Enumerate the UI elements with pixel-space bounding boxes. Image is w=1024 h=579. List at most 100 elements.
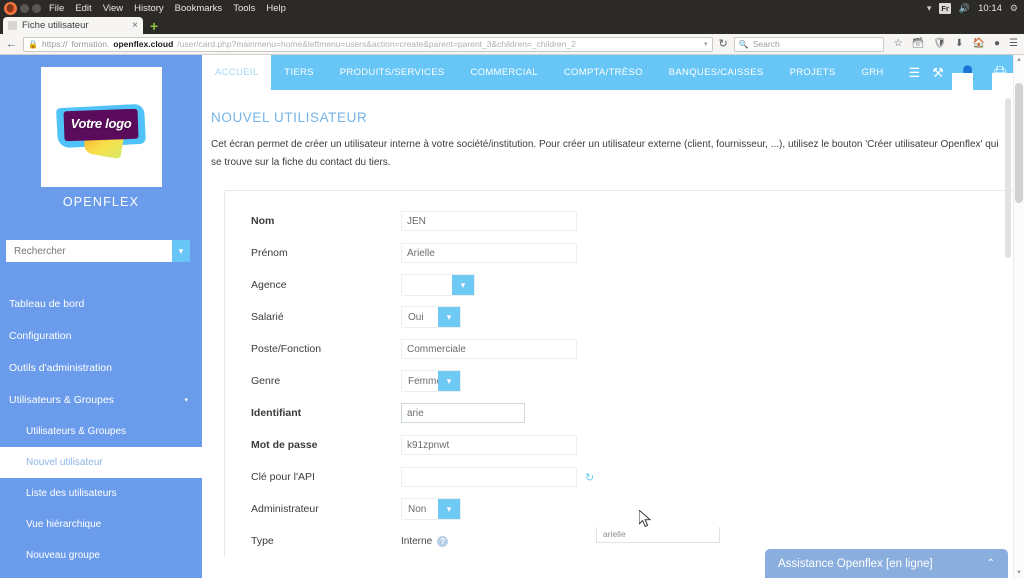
topnav-label: PRODUITS/SERVICES (339, 67, 445, 78)
window-minimize-button[interactable] (20, 3, 29, 13)
url-host: openflex.cloud (113, 39, 174, 49)
os-menu-history[interactable]: History (134, 3, 164, 14)
sidebar-subitem-label: Utilisateurs & Groupes (26, 426, 127, 437)
home-icon[interactable]: 🏠 (973, 39, 985, 49)
keyboard-layout-icon[interactable]: Fr (939, 2, 951, 14)
browser-search-input[interactable]: 🔍 Search (733, 36, 884, 52)
search-placeholder: Search (752, 39, 780, 49)
sidebar-subitem-nouvel-utilisateur[interactable]: Nouvel utilisateur (0, 447, 202, 478)
field-label-mot-de-passe: Mot de passe (251, 439, 318, 451)
help-icon[interactable]: ? (437, 535, 449, 547)
sidebar-subitem-label: Liste des utilisateurs (26, 488, 117, 499)
lock-icon: 🔒 (28, 39, 38, 49)
bookmark-star-icon[interactable]: ☆ (894, 39, 903, 49)
close-icon[interactable]: × (132, 20, 138, 31)
gear-icon[interactable]: ⚙ (1010, 3, 1018, 13)
identifiant-autocomplete-suggestion[interactable]: arielle (596, 527, 720, 543)
sidebar-search[interactable]: ▾ (6, 240, 190, 262)
administrateur-select[interactable]: Non ▾ (401, 498, 461, 520)
content-scrollbar-thumb[interactable] (1005, 98, 1011, 258)
download-icon[interactable]: ⬇ (955, 39, 963, 49)
sidebar-item-tableau-de-bord[interactable]: Tableau de bord (0, 288, 202, 320)
cle-api-input[interactable] (401, 467, 577, 487)
hamburger-menu-icon[interactable]: ☰ (1009, 39, 1018, 49)
back-arrow-icon[interactable]: ← (6, 38, 17, 50)
prenom-input[interactable] (401, 243, 577, 263)
poste-fonction-input[interactable] (401, 339, 577, 359)
chevron-down-icon[interactable]: ▾ (438, 371, 460, 391)
tab-compta-treso[interactable]: COMPTA/TRÉSO (551, 55, 656, 90)
page-scrollbar-thumb[interactable] (1015, 83, 1023, 203)
os-menu-edit[interactable]: Edit (75, 3, 91, 14)
sidebar-subitem-utilisateurs-groupes[interactable]: Utilisateurs & Groupes (0, 416, 202, 447)
os-menu-view[interactable]: View (103, 3, 123, 14)
nom-input[interactable] (401, 211, 577, 231)
reload-icon[interactable]: ↻ (719, 38, 728, 50)
scroll-up-arrow-icon[interactable]: ▲ (1016, 57, 1022, 63)
sidebar-subitem-label: Nouvel utilisateur (26, 457, 103, 468)
window-controls[interactable] (20, 3, 41, 13)
sidebar-item-outils-administration[interactable]: Outils d'administration (0, 352, 202, 384)
genre-select[interactable]: Femme ▾ (401, 370, 461, 392)
os-menu-file[interactable]: File (49, 3, 64, 14)
field-label-salarie: Salarié (251, 311, 284, 323)
library-icon[interactable]: 🗃 (912, 39, 925, 49)
wifi-icon[interactable]: ▾ (927, 3, 932, 13)
tab-tiers[interactable]: TIERS (271, 55, 326, 90)
tab-commercial[interactable]: COMMERCIAL (457, 55, 550, 90)
tab-projets[interactable]: PROJETS (777, 55, 849, 90)
type-value: Interne (401, 535, 433, 547)
tab-banques-caisses[interactable]: BANQUES/CAISSES (656, 55, 777, 90)
os-menu-help[interactable]: Help (266, 3, 286, 14)
mot-de-passe-input[interactable] (401, 435, 577, 455)
chevron-down-icon[interactable]: ▾ (438, 307, 460, 327)
os-menu-tools[interactable]: Tools (233, 3, 255, 14)
topnav-label: TIERS (284, 67, 314, 78)
url-bar[interactable]: 🔒 https:// formation. openflex.cloud /us… (23, 36, 713, 52)
sidebar-subitem-label: Vue hiérarchique (26, 519, 102, 530)
os-top-bar: File Edit View History Bookmarks Tools H… (0, 0, 1024, 16)
os-menu-bar[interactable]: File Edit View History Bookmarks Tools H… (49, 3, 286, 14)
window-maximize-button[interactable] (32, 3, 41, 13)
field-label-poste-fonction: Poste/Fonction (251, 343, 322, 355)
sidebar-subitem-vue-hierarchique[interactable]: Vue hiérarchique (0, 509, 202, 540)
sidebar-item-utilisateurs-groupes[interactable]: Utilisateurs & Groupes ▾ (0, 384, 202, 416)
hamburger-menu-icon[interactable]: ☰ (897, 55, 933, 90)
assistance-chat-bar[interactable]: Assistance Openflex [en ligne] ⌃ (765, 549, 1008, 578)
sidebar-item-configuration[interactable]: Configuration (0, 320, 202, 352)
tab-accueil[interactable]: ACCUEIL (202, 55, 272, 90)
tab-favicon-icon (8, 21, 17, 30)
browser-tab[interactable]: Fiche utilisateur × (3, 17, 143, 34)
agence-select-value (402, 275, 452, 295)
search-input[interactable] (6, 240, 172, 262)
chevron-up-icon[interactable]: ⌃ (987, 558, 995, 569)
page-scrollbar[interactable]: ▲ ▼ (1013, 55, 1024, 578)
account-icon[interactable]: ● (994, 39, 1000, 49)
identifiant-input[interactable] (401, 403, 525, 423)
agence-select[interactable]: ▾ (401, 274, 475, 296)
tab-produits-services[interactable]: PRODUITS/SERVICES (327, 55, 458, 90)
chevron-down-icon[interactable]: ▾ (438, 499, 460, 519)
ubuntu-logo-icon[interactable] (4, 1, 17, 15)
shield-icon[interactable]: 🛡 (933, 39, 946, 49)
sidebar-subitem-liste-des-utilisateurs[interactable]: Liste des utilisateurs (0, 478, 202, 509)
chevron-down-icon[interactable]: ▾ (704, 40, 708, 48)
volume-icon[interactable]: 🔊 (959, 3, 970, 13)
logo-container: Votre logo (40, 67, 162, 187)
sidebar-subitem-nouveau-groupe[interactable]: Nouveau groupe (0, 540, 202, 571)
topnav-label: GRH (861, 67, 884, 78)
chevron-down-icon[interactable]: ▾ (172, 240, 190, 262)
refresh-icon[interactable]: ↻ (585, 471, 594, 484)
os-menu-bookmarks[interactable]: Bookmarks (175, 3, 223, 14)
chevron-down-icon[interactable]: ▾ (452, 275, 474, 295)
chat-label: Assistance Openflex [en ligne] (778, 557, 933, 570)
new-user-form: Nom Prénom Agence ▾ Salarié (224, 190, 1015, 557)
salarie-select[interactable]: Oui ▾ (401, 306, 461, 328)
tab-grh[interactable]: GRH (848, 55, 896, 90)
content-scrollbar[interactable] (1004, 90, 1013, 578)
new-tab-button[interactable]: + (150, 19, 158, 34)
bug-report-icon[interactable]: ⚒ (932, 66, 944, 79)
field-label-nom: Nom (251, 215, 275, 227)
chevron-down-icon[interactable]: ▾ (184, 396, 188, 404)
scroll-down-arrow-icon[interactable]: ▼ (1016, 570, 1022, 576)
